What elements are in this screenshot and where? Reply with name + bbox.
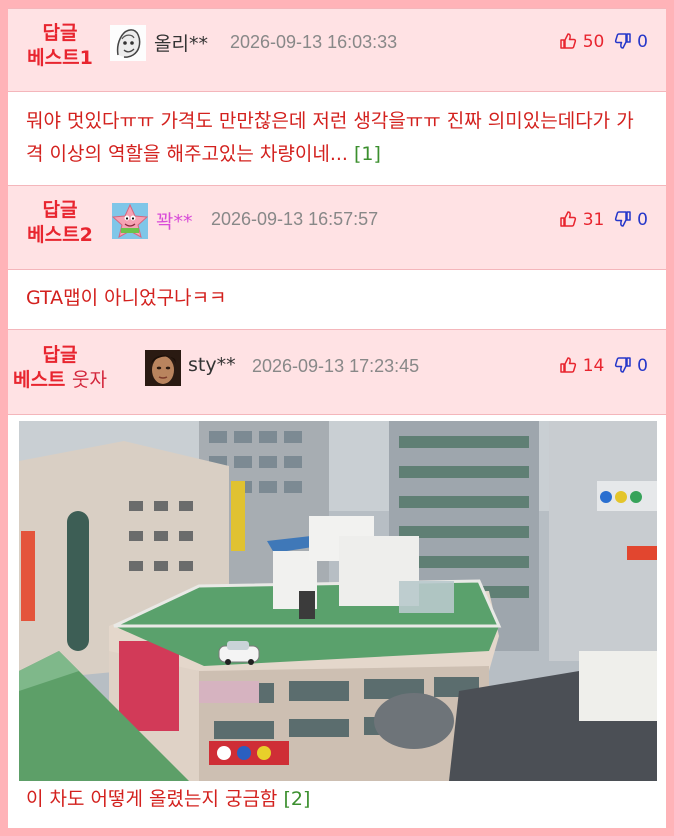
thumbs-down-icon [614, 211, 631, 227]
timestamp: 2026-09-13 16:03:33 [230, 32, 398, 52]
thumbs-up-icon [560, 33, 577, 49]
nickname[interactable]: sty** [188, 354, 236, 376]
reply-count-link[interactable]: [1] [354, 143, 381, 165]
nickname[interactable]: 올리** [154, 29, 208, 56]
reply-count-link[interactable]: [2] [283, 788, 310, 810]
comment-header: 답글 베스트 웃자 sty** 2026-09-13 17:23:45 14 0 [8, 329, 666, 415]
thumbs-up-icon [560, 357, 577, 373]
like-button[interactable]: 50 [559, 32, 609, 52]
thumbs-down-icon [614, 33, 631, 49]
comment-text: GTA맵이 아니었구나ㅋㅋ [26, 287, 227, 309]
attached-photo[interactable] [19, 421, 657, 781]
comment-header: 답글 베스트1 올리** 2026-09-13 16:03:33 50 0 [8, 8, 666, 92]
vote-box: 31 0 [559, 210, 648, 230]
comment-body: 뭐야 멋있다ㅠㅠ 가격도 만만찮은데 저런 생각을ㅠㅠ 진짜 의미있는데다가 가… [26, 105, 648, 171]
dislike-button[interactable]: 0 [614, 356, 648, 376]
like-count: 31 [582, 210, 605, 230]
vote-box: 50 0 [559, 32, 648, 52]
dislike-button[interactable]: 0 [614, 32, 648, 52]
vote-box: 14 0 [559, 356, 648, 376]
like-button[interactable]: 31 [559, 210, 609, 230]
best-badge: 답글 베스트 웃자 [12, 344, 108, 391]
dislike-count: 0 [637, 210, 648, 230]
best-badge: 답글 베스트1 [27, 22, 93, 69]
dislike-count: 0 [637, 32, 648, 52]
comment-list: 답글 베스트1 올리** 2026-09-13 16:03:33 50 0 뭐야… [8, 8, 666, 828]
avatar[interactable] [110, 25, 146, 61]
comment-body: 이 차도 어떻게 올렸는지 궁금함 [2] [26, 784, 310, 811]
like-count: 50 [582, 32, 605, 52]
comment-body: GTA맵이 아니었구나ㅋㅋ [26, 282, 648, 315]
nickname[interactable]: 꽉** [156, 207, 192, 234]
thumbs-down-icon [614, 357, 631, 373]
thumbs-up-icon [560, 211, 577, 227]
timestamp: 2026-09-13 17:23:45 [252, 356, 420, 376]
comment-text: 뭐야 멋있다ㅠㅠ 가격도 만만찮은데 저런 생각을ㅠㅠ 진짜 의미있는데다가 가… [26, 110, 634, 165]
comment-header: 답글 베스트2 꽉** 2026-09-13 16:57:57 31 0 [8, 185, 666, 270]
like-count: 14 [582, 356, 605, 376]
category-label: 웃자 [72, 369, 108, 391]
comment-text: 이 차도 어떻게 올렸는지 궁금함 [26, 788, 278, 810]
dislike-button[interactable]: 0 [614, 210, 648, 230]
best-badge: 답글 베스트2 [27, 199, 93, 246]
dislike-count: 0 [637, 356, 648, 376]
avatar[interactable] [145, 350, 181, 386]
like-button[interactable]: 14 [559, 356, 609, 376]
avatar[interactable] [112, 203, 148, 239]
timestamp: 2026-09-13 16:57:57 [211, 209, 379, 229]
